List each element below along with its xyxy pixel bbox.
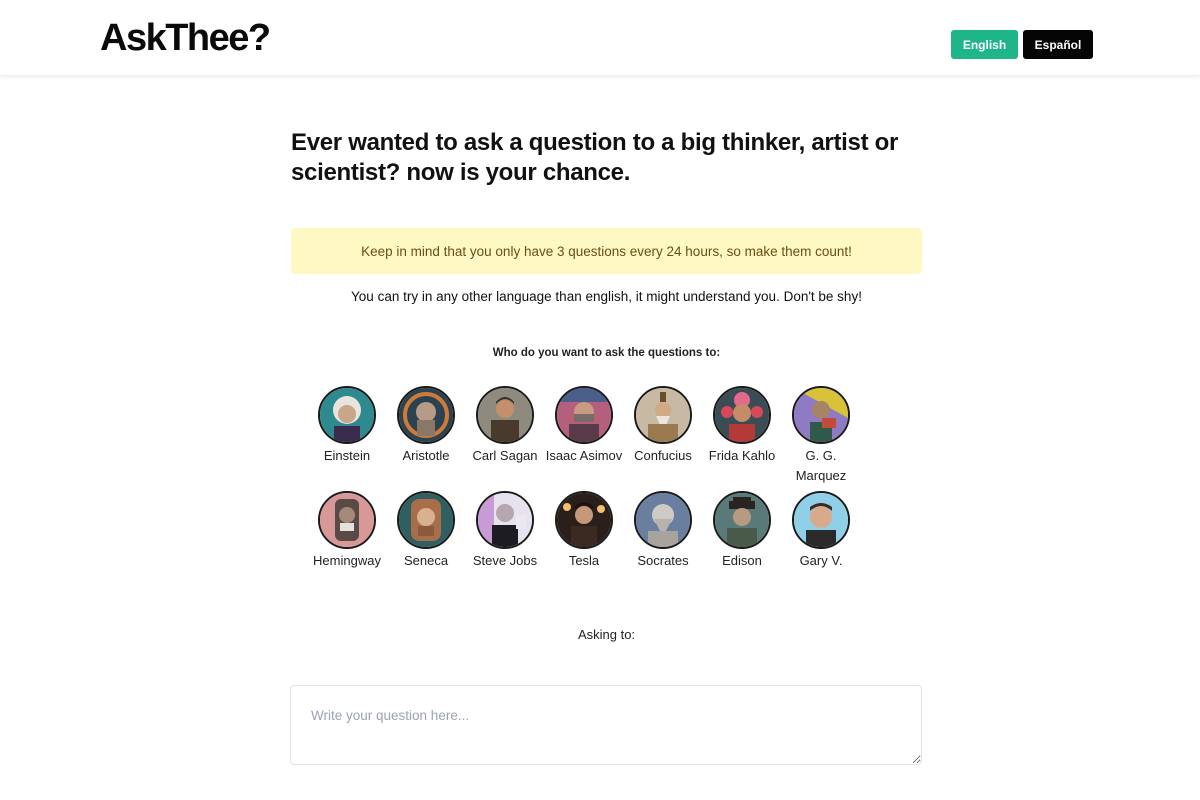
- spanish-button[interactable]: Español: [1023, 30, 1093, 59]
- thinker-picker-label: Who do you want to ask the questions to:: [492, 347, 721, 359]
- thinker-name: Gary V.: [799, 553, 843, 568]
- thinker-name: Carl Sagan: [472, 448, 538, 463]
- thinker-name: Socrates: [637, 553, 689, 568]
- thinker-name: Einstein: [323, 448, 371, 463]
- thinker-confucius[interactable]: Confucius: [623, 386, 703, 466]
- thinker-name: Hemingway: [313, 553, 381, 568]
- thinker-name: Tesla: [568, 553, 600, 568]
- tesla-avatar: [555, 491, 613, 549]
- top-header: AskThee? English Español: [0, 0, 1200, 76]
- question-limit-notice: Keep in mind that you only have 3 questi…: [291, 228, 922, 274]
- thinker-frida-kahlo[interactable]: Frida Kahlo: [702, 386, 782, 466]
- question-input[interactable]: [290, 685, 922, 765]
- site-logo[interactable]: AskThee?: [100, 16, 275, 60]
- thinker-name: Isaac Asimov: [545, 448, 623, 463]
- aristotle-avatar: [397, 386, 455, 444]
- thinker-seneca[interactable]: Seneca: [386, 491, 466, 571]
- thinker-isaac-asimov[interactable]: Isaac Asimov: [544, 386, 624, 466]
- thinker-gg-marquez[interactable]: G. G. Marquez: [781, 386, 861, 486]
- thinker-name: Edison: [722, 553, 762, 568]
- thinker-name: Aristotle: [402, 448, 450, 463]
- asking-to-label: Asking to:: [577, 627, 636, 642]
- thinker-hemingway[interactable]: Hemingway: [307, 491, 387, 571]
- carl-sagan-avatar: [476, 386, 534, 444]
- language-hint: You can try in any other language than e…: [351, 289, 862, 304]
- thinker-carl-sagan[interactable]: Carl Sagan: [465, 386, 545, 466]
- thinker-steve-jobs[interactable]: Steve Jobs: [465, 491, 545, 571]
- thinker-aristotle[interactable]: Aristotle: [386, 386, 466, 466]
- thinker-name: Steve Jobs: [472, 553, 538, 568]
- page-headline: Ever wanted to ask a question to a big t…: [291, 129, 899, 186]
- isaac-asimov-avatar: [555, 386, 613, 444]
- gary-v-avatar: [792, 491, 850, 549]
- thinker-tesla[interactable]: Tesla: [544, 491, 624, 571]
- socrates-avatar: [634, 491, 692, 549]
- thinker-name: Frida Kahlo: [708, 448, 776, 463]
- hemingway-avatar: [318, 491, 376, 549]
- thinker-edison[interactable]: Edison: [702, 491, 782, 571]
- notice-text: Keep in mind that you only have 3 questi…: [361, 243, 852, 259]
- edison-avatar: [713, 491, 771, 549]
- thinker-name: Confucius: [634, 448, 692, 463]
- thinker-socrates[interactable]: Socrates: [623, 491, 703, 571]
- frida-kahlo-avatar: [713, 386, 771, 444]
- seneca-avatar: [397, 491, 455, 549]
- steve-jobs-avatar: [476, 491, 534, 549]
- gg-marquez-avatar: [792, 386, 850, 444]
- einstein-avatar: [318, 386, 376, 444]
- thinker-name: G. G. Marquez: [795, 448, 847, 483]
- english-button[interactable]: English: [951, 30, 1018, 59]
- thinker-gary-v[interactable]: Gary V.: [781, 491, 861, 571]
- thinker-name: Seneca: [403, 553, 449, 568]
- confucius-avatar: [634, 386, 692, 444]
- thinker-einstein[interactable]: Einstein: [307, 386, 387, 466]
